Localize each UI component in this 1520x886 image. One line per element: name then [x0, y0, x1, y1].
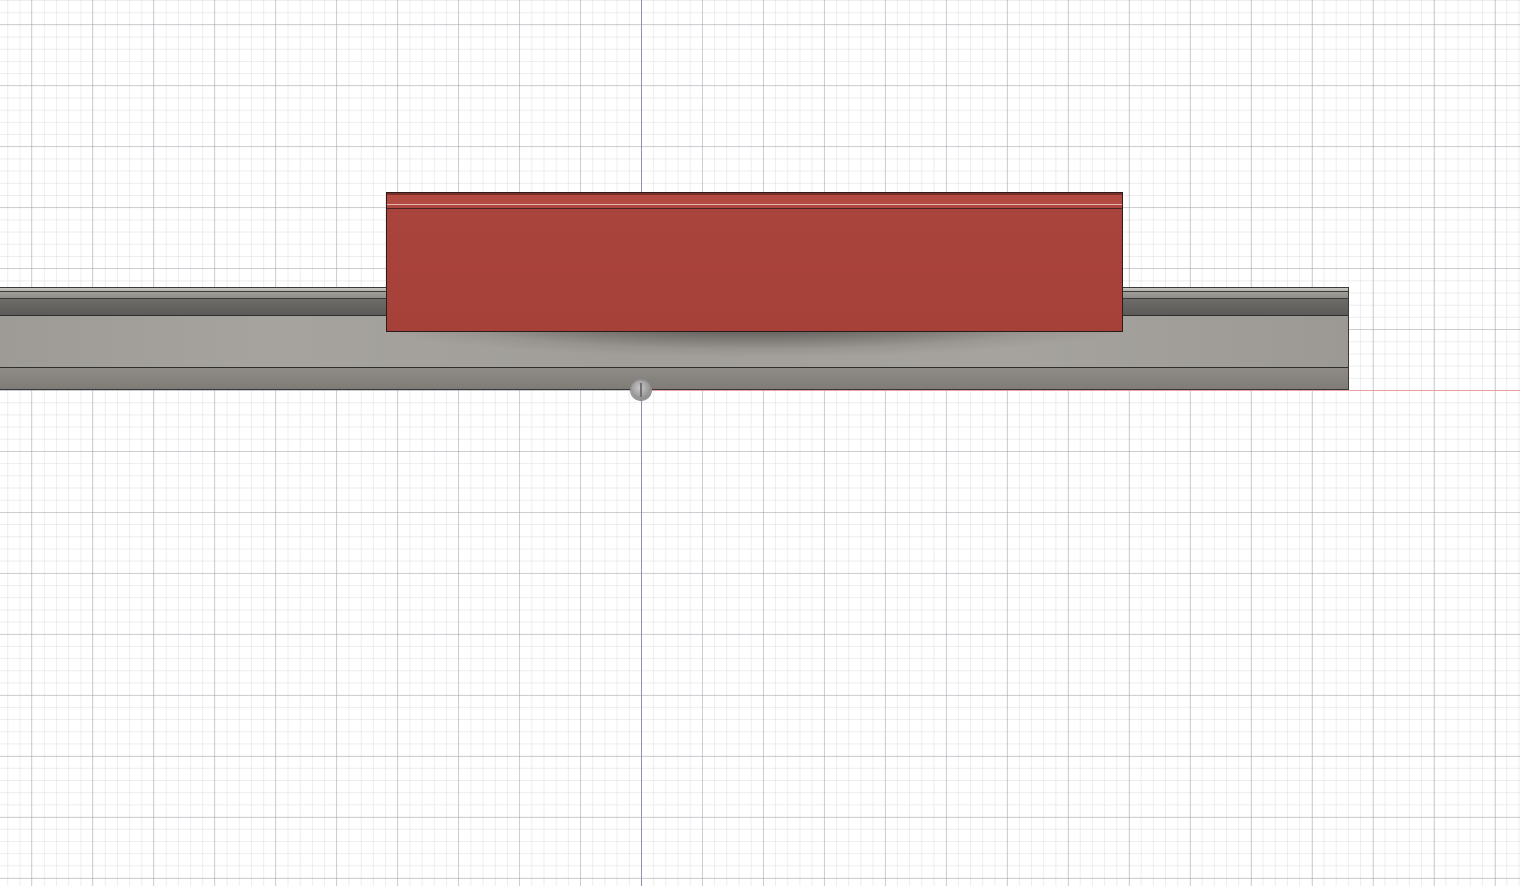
vertical-axis-line: [641, 0, 642, 886]
block-front-face: [387, 209, 1122, 331]
block-top-edge: [387, 193, 1122, 209]
canvas-viewport[interactable]: [0, 0, 1520, 886]
rail-base: [0, 368, 1348, 390]
horizontal-axis-line: [641, 390, 1520, 391]
origin-point-icon[interactable]: [631, 380, 651, 400]
red-block-body[interactable]: [386, 192, 1123, 332]
